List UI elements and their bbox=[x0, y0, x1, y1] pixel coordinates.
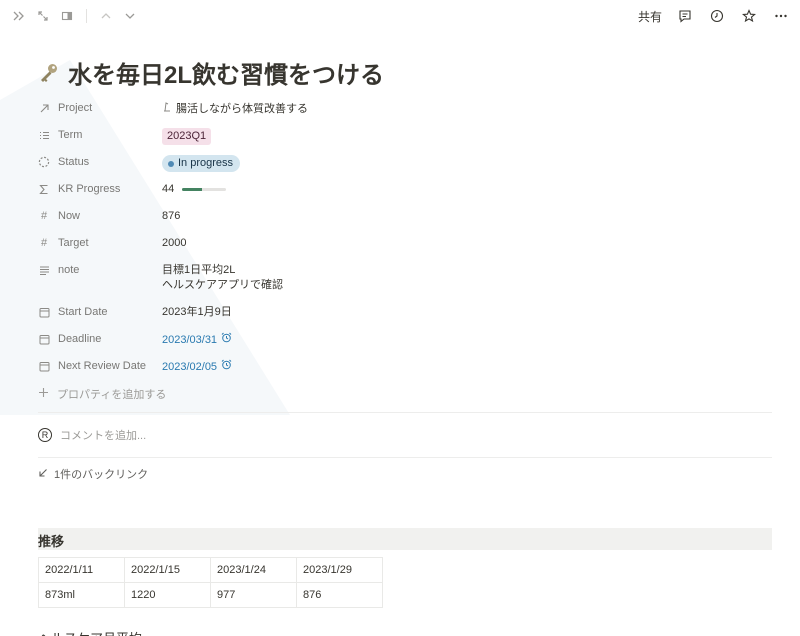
sigma-icon bbox=[38, 183, 50, 195]
backlinks-button[interactable]: 1件のバックリンク bbox=[38, 459, 772, 489]
property-label: Status bbox=[58, 156, 90, 168]
property-label: Deadline bbox=[58, 333, 102, 345]
calendar-icon bbox=[38, 306, 50, 318]
table-row: 2022/1/11 2022/1/15 2023/1/24 2023/1/29 bbox=[38, 557, 383, 583]
property-target[interactable]: # Target 2000 bbox=[38, 230, 772, 257]
project-link[interactable]: 腸活しながら体質改善する bbox=[176, 102, 308, 117]
status-badge[interactable]: In progress bbox=[162, 155, 241, 172]
comment-input-row[interactable]: R コメントを追加... bbox=[38, 413, 772, 457]
next-review-date-value[interactable]: 2023/02/05 bbox=[162, 360, 217, 375]
double-chevron-right-icon[interactable] bbox=[10, 7, 28, 25]
table-row: 873ml 1220 977 876 bbox=[38, 582, 383, 608]
property-note[interactable]: note 目標1日平均2L ヘルスケアアプリで確認 bbox=[38, 257, 772, 299]
expand-icon[interactable] bbox=[34, 7, 52, 25]
status-text: In progress bbox=[178, 157, 234, 169]
clock-icon[interactable] bbox=[708, 7, 726, 25]
arrow-up-right-icon bbox=[38, 102, 50, 114]
table-cell[interactable]: 2023/1/29 bbox=[296, 557, 383, 583]
key-icon[interactable] bbox=[38, 61, 60, 83]
more-options-icon[interactable] bbox=[772, 7, 790, 25]
progress-bar bbox=[182, 188, 227, 191]
property-label: Start Date bbox=[58, 306, 108, 318]
calendar-icon bbox=[38, 333, 50, 345]
table-cell[interactable]: 876 bbox=[296, 582, 383, 608]
property-start-date[interactable]: Start Date 2023年1月9日 bbox=[38, 299, 772, 326]
comment-input[interactable]: コメントを追加... bbox=[60, 427, 146, 443]
progress-bar-fill bbox=[182, 188, 202, 191]
calendar-icon bbox=[38, 360, 50, 372]
property-deadline[interactable]: Deadline 2023/03/31 bbox=[38, 326, 772, 353]
status-icon bbox=[38, 156, 50, 168]
table-cell[interactable]: 977 bbox=[210, 582, 297, 608]
property-label: Term bbox=[58, 129, 83, 141]
arrow-down-left-icon bbox=[38, 468, 48, 481]
property-status[interactable]: Status In progress bbox=[38, 149, 772, 176]
progress-value: 44 bbox=[162, 183, 175, 195]
property-now[interactable]: # Now 876 bbox=[38, 203, 772, 230]
property-term[interactable]: Term 2023Q1 bbox=[38, 122, 772, 149]
note-line-2[interactable]: ヘルスケアアプリで確認 bbox=[162, 278, 772, 293]
topbar: 共有 bbox=[0, 0, 800, 32]
list-icon bbox=[38, 129, 50, 141]
property-label: Next Review Date bbox=[58, 360, 147, 372]
data-table: 2022/1/11 2022/1/15 2023/1/24 2023/1/29 … bbox=[38, 557, 383, 608]
alarm-clock-icon[interactable] bbox=[221, 359, 232, 375]
plus-icon bbox=[38, 387, 49, 401]
relation-page-icon bbox=[162, 101, 172, 117]
table-cell[interactable]: 2022/1/15 bbox=[124, 557, 211, 583]
hash-icon: # bbox=[40, 237, 48, 249]
status-dot bbox=[168, 160, 174, 167]
divider bbox=[38, 457, 772, 458]
text-icon bbox=[38, 264, 50, 276]
property-kr-progress[interactable]: KR Progress 44 bbox=[38, 176, 772, 203]
hash-icon: # bbox=[40, 210, 48, 222]
property-label: KR Progress bbox=[58, 183, 121, 195]
alarm-clock-icon[interactable] bbox=[221, 332, 232, 348]
property-label: note bbox=[58, 264, 80, 276]
subheading[interactable]: ヘルスケア月平均 bbox=[38, 628, 772, 636]
add-property-button[interactable]: プロパティを追加する bbox=[38, 380, 772, 407]
now-value[interactable]: 876 bbox=[162, 210, 180, 222]
table-cell[interactable]: 2022/1/11 bbox=[38, 557, 125, 583]
property-label: Project bbox=[58, 102, 93, 114]
section-heading[interactable]: 推移 bbox=[38, 528, 772, 550]
property-project[interactable]: Project 腸活しながら体質改善する bbox=[38, 95, 772, 122]
start-date-value[interactable]: 2023年1月9日 bbox=[162, 306, 232, 318]
backlinks-label: 1件のバックリンク bbox=[54, 469, 149, 481]
chevron-down-icon[interactable] bbox=[121, 7, 139, 25]
page-title[interactable]: 水を毎日2L飲む習慣をつける bbox=[68, 55, 384, 90]
page-content: 水を毎日2L飲む習慣をつける Project 腸活しながら体質改善する Term… bbox=[38, 55, 772, 636]
table-cell[interactable]: 1220 bbox=[124, 582, 211, 608]
properties-list: Project 腸活しながら体質改善する Term 2023Q1 Status … bbox=[38, 95, 772, 407]
note-line-1[interactable]: 目標1日平均2L bbox=[162, 263, 772, 278]
deadline-value[interactable]: 2023/03/31 bbox=[162, 333, 217, 348]
star-icon[interactable] bbox=[740, 7, 758, 25]
chevron-up-icon[interactable] bbox=[97, 7, 115, 25]
page-title-row: 水を毎日2L飲む習慣をつける bbox=[38, 55, 772, 89]
property-next-review-date[interactable]: Next Review Date 2023/02/05 bbox=[38, 353, 772, 380]
term-tag[interactable]: 2023Q1 bbox=[162, 128, 212, 145]
target-value[interactable]: 2000 bbox=[162, 237, 186, 249]
table-cell[interactable]: 2023/1/24 bbox=[210, 557, 297, 583]
property-label: Target bbox=[58, 237, 89, 249]
table-cell[interactable]: 873ml bbox=[38, 582, 125, 608]
add-property-label: プロパティを追加する bbox=[57, 389, 167, 401]
property-label: Now bbox=[58, 210, 81, 222]
side-peek-icon[interactable] bbox=[58, 7, 76, 25]
divider bbox=[86, 9, 87, 23]
avatar: R bbox=[38, 428, 52, 442]
comment-icon[interactable] bbox=[676, 7, 694, 25]
share-button[interactable]: 共有 bbox=[638, 8, 662, 25]
